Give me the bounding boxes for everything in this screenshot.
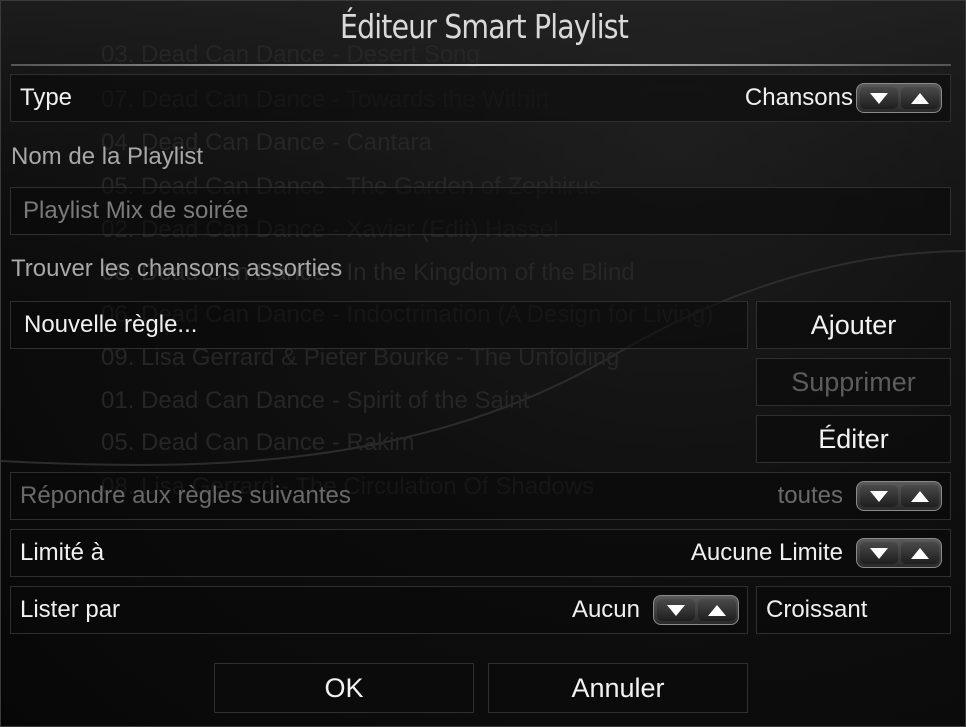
add-rule-button[interactable]: Ajouter — [756, 301, 951, 349]
triangle-down-icon — [869, 92, 888, 104]
match-label: Répondre aux règles suivantes — [20, 482, 351, 509]
triangle-up-icon — [707, 604, 726, 616]
type-spinner-down-button[interactable] — [859, 87, 898, 109]
limit-spinner-up-button[interactable] — [900, 542, 939, 564]
limit-row[interactable]: Limité à Aucune Limite — [10, 529, 951, 577]
limit-spinner-down-button[interactable] — [859, 542, 898, 564]
playlist-name-input[interactable]: Playlist Mix de soirée — [10, 187, 951, 235]
match-spinner-down-button[interactable] — [859, 485, 898, 507]
rule-item[interactable]: Nouvelle règle... — [24, 311, 197, 339]
sort-direction-value: Croissant — [766, 596, 868, 623]
order-value: Aucun — [571, 596, 640, 623]
type-label: Type — [20, 84, 73, 111]
order-spinner-up-button[interactable] — [697, 599, 736, 621]
triangle-down-icon — [869, 547, 888, 559]
cancel-button[interactable]: Annuler — [488, 663, 748, 713]
order-row[interactable]: Lister par Aucun — [10, 586, 748, 634]
order-spinner-down-button[interactable] — [656, 599, 695, 621]
remove-rule-button[interactable]: Supprimer — [756, 358, 951, 406]
limit-value: Aucune Limite — [690, 539, 843, 566]
playlist-name-value: Playlist Mix de soirée — [23, 197, 249, 224]
ok-button[interactable]: OK — [214, 663, 474, 713]
triangle-up-icon — [910, 547, 929, 559]
triangle-down-icon — [666, 604, 685, 616]
edit-rule-button[interactable]: Éditer — [756, 415, 951, 463]
rules-list[interactable]: Nouvelle règle... — [10, 301, 748, 349]
rules-section-label: Trouver les chansons assorties — [11, 255, 343, 282]
smart-playlist-editor-dialog: 03. Dead Can Dance - Desert Song07. Dead… — [0, 0, 966, 727]
match-spinner-up-button[interactable] — [900, 485, 939, 507]
triangle-up-icon — [910, 490, 929, 502]
limit-label: Limité à — [20, 539, 105, 566]
background-list-item: 05. Dead Can Dance - Rakim — [101, 429, 415, 456]
type-spinner-up-button[interactable] — [900, 87, 939, 109]
sort-direction-button[interactable]: Croissant — [756, 586, 951, 634]
match-spinner[interactable] — [856, 481, 942, 511]
dialog-title: Éditeur Smart Playlist — [340, 7, 629, 46]
match-value: toutes — [777, 482, 843, 509]
match-row[interactable]: Répondre aux règles suivantes toutes — [10, 472, 951, 520]
order-label: Lister par — [20, 596, 121, 623]
type-value: Chansons — [744, 84, 853, 111]
type-spinner[interactable] — [856, 83, 942, 113]
order-spinner[interactable] — [653, 595, 739, 625]
playlist-name-label: Nom de la Playlist — [11, 143, 204, 170]
background-list-item: 01. Dead Can Dance - Spirit of the Saint — [101, 387, 530, 414]
type-row[interactable]: Type Chansons — [10, 74, 951, 122]
title-divider — [11, 64, 951, 66]
triangle-up-icon — [910, 92, 929, 104]
limit-spinner[interactable] — [856, 538, 942, 568]
triangle-down-icon — [869, 490, 888, 502]
